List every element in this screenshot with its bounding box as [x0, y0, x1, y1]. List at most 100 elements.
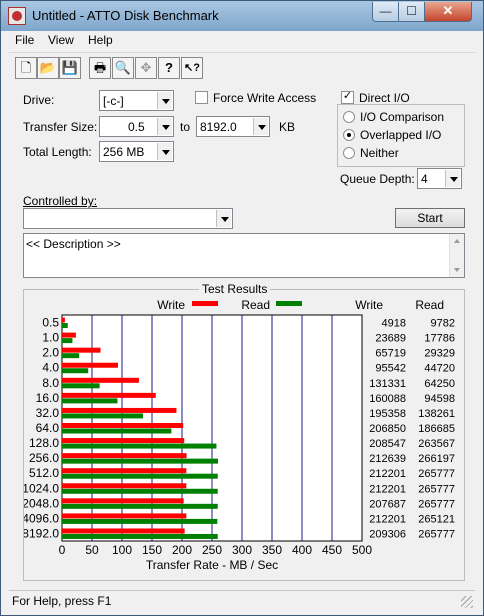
app-window: Untitled - ATTO Disk Benchmark — ☐ ✕ Fil… [0, 0, 484, 616]
maximize-button[interactable]: ☐ [398, 2, 425, 22]
scroll-up-icon[interactable] [454, 239, 460, 243]
write-value: 212201 [369, 468, 406, 480]
write-value: 95542 [375, 363, 406, 375]
main-panel: Drive: [-c-] Force Write Access ✓ Direct… [9, 81, 475, 589]
drive-value: [-c-] [103, 94, 124, 108]
status-text: For Help, press F1 [12, 594, 112, 608]
start-button[interactable]: Start [395, 208, 465, 228]
read-value: 17786 [424, 333, 455, 345]
menu-file[interactable]: File [15, 33, 34, 47]
force-write-label[interactable]: Force Write Access [213, 91, 316, 105]
read-bar [62, 458, 218, 464]
chevron-down-icon[interactable] [216, 210, 231, 227]
menu-help[interactable]: Help [88, 33, 113, 47]
chevron-down-icon[interactable] [157, 143, 172, 160]
title-bar[interactable]: Untitled - ATTO Disk Benchmark — ☐ ✕ [1, 1, 483, 31]
chevron-down-icon[interactable] [157, 118, 172, 135]
io-comparison-label[interactable]: I/O Comparison [360, 110, 444, 124]
write-value: 207687 [369, 498, 406, 510]
move-button[interactable]: ✥ [135, 57, 157, 79]
write-value: 131331 [369, 378, 406, 390]
description-scrollbar[interactable] [449, 234, 464, 277]
print-preview-icon: 🔍 [114, 60, 132, 75]
read-value: 9782 [431, 318, 455, 330]
direct-io-checkbox[interactable]: ✓ [341, 90, 354, 104]
description-textarea[interactable]: << Description >> [23, 233, 465, 278]
help-button[interactable]: ? [158, 57, 180, 79]
scroll-down-icon[interactable] [454, 268, 460, 272]
read-bar [62, 518, 218, 524]
drive-select[interactable]: [-c-] [99, 90, 174, 111]
write-bar [62, 317, 65, 323]
read-bar [62, 353, 80, 359]
force-write-checkbox[interactable] [195, 91, 208, 104]
category-labels: 0.51.02.04.08.016.032.064.0128.0256.0512… [24, 316, 59, 541]
write-bar [62, 498, 184, 504]
write-legend-label: Write [157, 298, 185, 312]
transfer-size-from-select[interactable]: 0.5 [99, 116, 174, 137]
x-tick-labels: 0 50 100 150 200 250 300 350 400 450 500 [59, 543, 373, 557]
window-title: Untitled - ATTO Disk Benchmark [32, 8, 219, 23]
overlapped-io-radio[interactable] [343, 129, 355, 141]
category-label: 1.0 [42, 331, 59, 345]
chevron-down-icon[interactable] [157, 92, 172, 109]
help-icon: ? [165, 60, 173, 75]
write-value: 206850 [369, 423, 406, 435]
new-icon: 🗋 [20, 60, 32, 75]
read-legend-swatch [276, 301, 302, 306]
total-length-select[interactable]: 256 MB [99, 141, 174, 162]
print-preview-button[interactable]: 🔍 [112, 57, 134, 79]
radio-dot [347, 133, 351, 137]
x-axis-label: Transfer Rate - MB / Sec [146, 558, 278, 572]
chevron-down-icon[interactable] [445, 170, 460, 187]
category-label: 4.0 [42, 361, 59, 375]
print-button[interactable]: 🖶 [89, 57, 111, 79]
transfer-size-to-select[interactable]: 8192.0 [196, 116, 270, 137]
write-bar [62, 438, 185, 444]
save-button[interactable]: 💾 [59, 57, 81, 79]
controlled-by-select[interactable] [23, 208, 233, 229]
resize-grip-icon[interactable] [461, 596, 473, 608]
queue-depth-select[interactable]: 4 [417, 168, 462, 189]
x-tick-label: 0 [59, 543, 66, 557]
menu-view[interactable]: View [48, 33, 74, 47]
write-bar [62, 423, 184, 428]
x-tick-label: 200 [172, 543, 192, 557]
write-bar [62, 392, 156, 398]
read-value: 265777 [418, 528, 455, 540]
read-value: 266197 [418, 453, 455, 465]
transfer-rate-chart: Write Read Write Read 0.51.02.04.08.016.… [24, 298, 455, 572]
status-bar: For Help, press F1 [9, 590, 475, 610]
check-mark-icon: ✓ [342, 90, 353, 102]
read-bar [62, 443, 217, 449]
overlapped-io-label[interactable]: Overlapped I/O [360, 128, 441, 142]
write-bar [62, 453, 187, 459]
read-value: 138261 [418, 408, 455, 420]
context-help-button[interactable]: ↖? [181, 57, 203, 79]
read-value: 44720 [424, 363, 455, 375]
io-comparison-radio[interactable] [343, 111, 355, 123]
read-value: 263567 [418, 438, 455, 450]
description-text: << Description >> [26, 237, 121, 251]
direct-io-label[interactable]: Direct I/O [359, 91, 410, 105]
write-value: 160088 [369, 393, 406, 405]
read-bar [62, 488, 218, 494]
close-button[interactable]: ✕ [424, 2, 472, 22]
x-tick-label: 400 [292, 543, 312, 557]
neither-label[interactable]: Neither [360, 146, 399, 160]
neither-radio[interactable] [343, 147, 355, 159]
write-value: 65719 [375, 348, 406, 360]
write-value: 212201 [369, 483, 406, 495]
chevron-down-icon[interactable] [253, 118, 268, 135]
x-tick-label: 150 [142, 543, 162, 557]
read-value: 64250 [424, 378, 455, 390]
x-tick-label: 50 [85, 543, 99, 557]
minimize-button[interactable]: — [372, 2, 399, 22]
open-button[interactable]: 📂 [37, 57, 59, 79]
read-bar [62, 428, 172, 434]
write-bar [62, 377, 139, 383]
category-label: 128.0 [29, 436, 59, 450]
write-bar [62, 332, 76, 338]
category-label: 32.0 [36, 406, 60, 420]
new-button[interactable]: 🗋 [15, 57, 37, 79]
